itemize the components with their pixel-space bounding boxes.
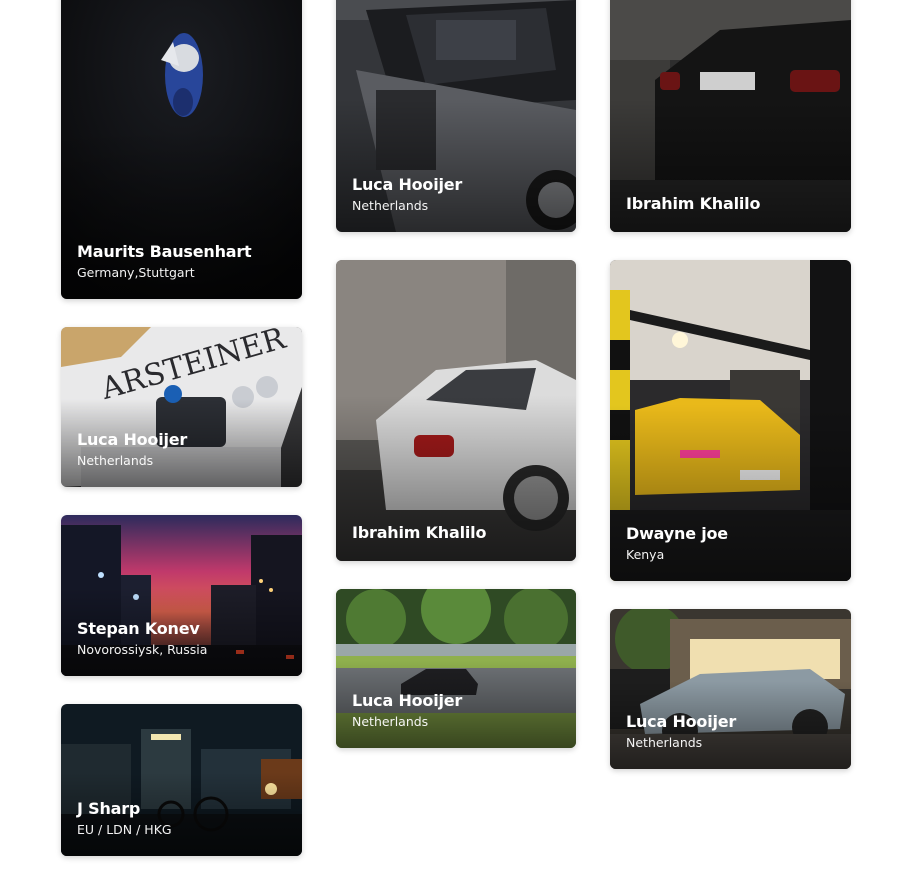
photographer-name: Luca Hooijer xyxy=(352,691,463,710)
card-caption: Ibrahim Khalilo xyxy=(352,523,564,543)
photographer-location: Netherlands xyxy=(77,453,154,468)
card-caption: Luca Hooijer Netherlands xyxy=(352,691,564,730)
photo-card[interactable]: Luca Hooijer Netherlands xyxy=(610,609,851,769)
photographer-name: Dwayne joe xyxy=(626,524,728,543)
photographer-location: Germany,Stuttgart xyxy=(77,265,195,280)
photo-card[interactable]: ARSTEINER Luca Hooijer Netherlands xyxy=(61,327,302,487)
photographer-name: Ibrahim Khalilo xyxy=(626,194,761,213)
photographer-name: Luca Hooijer xyxy=(77,430,188,449)
card-caption: Maurits Bausenhart Germany,Stuttgart xyxy=(77,242,290,281)
card-caption: Ibrahim Khalilo xyxy=(626,194,839,214)
photographer-location: EU / LDN / HKG xyxy=(77,822,172,837)
photographer-name: Luca Hooijer xyxy=(626,712,737,731)
photo-card[interactable]: Luca Hooijer Netherlands xyxy=(336,0,576,232)
card-caption: Luca Hooijer Netherlands xyxy=(626,712,839,751)
photo-card[interactable]: J Sharp EU / LDN / HKG xyxy=(61,704,302,856)
photographer-location: Netherlands xyxy=(626,735,703,750)
photo-card[interactable]: Maurits Bausenhart Germany,Stuttgart xyxy=(61,0,302,299)
photo-overlay xyxy=(336,260,576,561)
photo-card[interactable]: Stepan Konev Novorossiysk, Russia xyxy=(61,515,302,676)
photographer-name: Luca Hooijer xyxy=(352,175,463,194)
photographer-location: Kenya xyxy=(626,547,665,562)
photo-card[interactable]: Dwayne joe Kenya xyxy=(610,260,851,581)
photographer-name: Ibrahim Khalilo xyxy=(352,523,487,542)
photographer-name: J Sharp xyxy=(77,799,141,818)
photographer-name: Maurits Bausenhart xyxy=(77,242,252,261)
card-caption: Dwayne joe Kenya xyxy=(626,524,839,563)
photographer-location: Netherlands xyxy=(352,198,429,213)
card-caption: Luca Hooijer Netherlands xyxy=(352,175,564,214)
photo-card[interactable]: Luca Hooijer Netherlands xyxy=(336,589,576,748)
photographer-name: Stepan Konev xyxy=(77,619,200,638)
card-caption: J Sharp EU / LDN / HKG xyxy=(77,799,290,838)
photo-card[interactable]: Ibrahim Khalilo xyxy=(610,0,851,232)
photo-card[interactable]: Ibrahim Khalilo xyxy=(336,260,576,561)
card-caption: Stepan Konev Novorossiysk, Russia xyxy=(77,619,290,658)
card-caption: Luca Hooijer Netherlands xyxy=(77,430,290,469)
photographer-location: Netherlands xyxy=(352,714,429,729)
photographer-location: Novorossiysk, Russia xyxy=(77,642,208,657)
